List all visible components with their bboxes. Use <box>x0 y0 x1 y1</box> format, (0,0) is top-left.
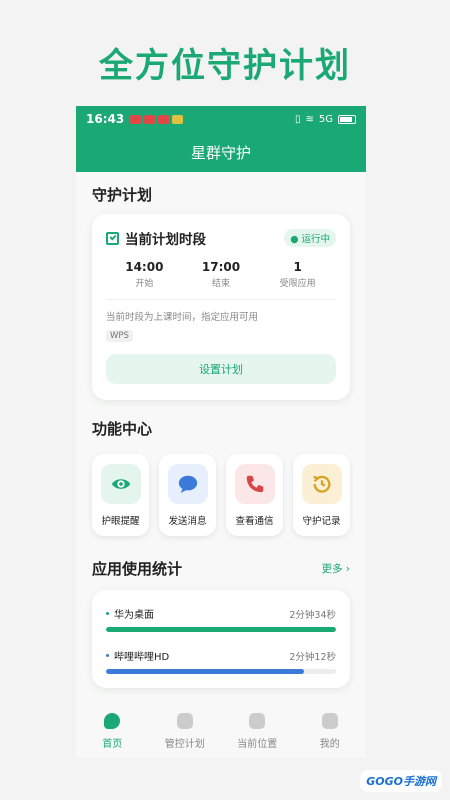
function-label: 查看通信 <box>235 516 274 527</box>
notification-icon <box>158 114 170 124</box>
calendar-check-icon <box>106 231 119 245</box>
usage-time: 2分钟12秒 <box>289 651 336 663</box>
icon-tile <box>301 464 342 504</box>
start-stat: 14:00 开始 <box>106 260 183 289</box>
set-plan-button[interactable]: 设置计划 <box>106 354 336 384</box>
watermark-logo: GOGO手游网 <box>360 770 442 792</box>
view-calls-button[interactable]: 查看通信 <box>226 454 283 536</box>
profile-icon <box>321 712 338 729</box>
tab-label: 首页 <box>102 738 123 750</box>
function-label: 发送消息 <box>168 516 207 527</box>
app-name: 华为桌面 <box>114 610 154 621</box>
home-icon <box>104 712 121 729</box>
usage-row: 哔哩哔哩HD 2分钟12秒 <box>106 648 336 674</box>
usage-bar-fill <box>106 669 304 674</box>
phone-icon <box>246 475 263 493</box>
more-link[interactable]: 更多 › <box>321 561 366 576</box>
app-bar: 星群守护 <box>76 132 366 172</box>
tab-control-plan[interactable]: 管控计划 <box>149 704 222 758</box>
restricted-apps-stat: 1 受限应用 <box>259 260 336 289</box>
stat-value: 17:00 <box>201 260 241 274</box>
usage-time: 2分钟34秒 <box>289 609 336 621</box>
tab-profile[interactable]: 我的 <box>294 704 367 758</box>
app-title: 星群守护 <box>190 143 251 162</box>
message-icon <box>178 475 197 494</box>
phone-screen: 16:43 ▯ ≋ 5G 星群守护 守护计划 当前计划时段 ● 运行中 14:0… <box>76 106 366 758</box>
bullet-icon <box>106 612 109 615</box>
function-label: 守护记录 <box>302 516 341 527</box>
status-time: 16:43 <box>86 112 125 126</box>
end-stat: 17:00 结束 <box>183 260 260 289</box>
usage-section-header: 应用使用统计 更多 › <box>76 558 366 579</box>
tab-location[interactable]: 当前位置 <box>221 704 294 758</box>
bullet-icon <box>106 654 109 657</box>
function-label: 护眼提醒 <box>101 516 140 527</box>
usage-bar <box>106 669 336 674</box>
vibrate-icon: ▯ <box>294 113 301 125</box>
usage-card: 华为桌面 2分钟34秒 哔哩哔哩HD 2分钟12秒 <box>92 590 350 688</box>
stat-value: 1 <box>293 260 302 274</box>
eye-icon <box>111 479 130 489</box>
notification-icon <box>144 114 156 124</box>
stat-label: 开始 <box>135 279 154 289</box>
usage-row: 华为桌面 2分钟34秒 <box>106 606 336 632</box>
notification-icon <box>130 114 142 124</box>
tab-label: 管控计划 <box>164 738 205 750</box>
network-label: 5G <box>318 113 333 125</box>
location-icon <box>249 712 266 729</box>
guard-records-button[interactable]: 守护记录 <box>293 454 350 536</box>
stat-label: 受限应用 <box>279 279 316 289</box>
icon-tile <box>167 464 208 504</box>
banner-title: 全方位守护计划 <box>99 46 351 86</box>
bottom-tab-bar: 首页 管控计划 当前位置 我的 <box>76 704 366 758</box>
history-icon <box>312 475 330 493</box>
status-right: ▯ ≋ 5G <box>295 114 356 125</box>
function-grid: 护眼提醒 发送消息 查看通信 守护记录 <box>92 454 350 536</box>
plan-description: 当前时段为上课时间，指定应用可用 <box>106 312 259 323</box>
icon-tile <box>234 464 275 504</box>
usage-row-header: 华为桌面 2分钟34秒 <box>106 606 336 621</box>
tab-home[interactable]: 首页 <box>76 704 149 758</box>
stat-value: 14:00 <box>125 260 164 274</box>
function-section-title: 功能中心 <box>92 420 153 438</box>
stat-label: 结束 <box>212 279 231 289</box>
app-tag: WPS <box>106 330 133 342</box>
usage-section-title: 应用使用统计 <box>92 560 183 578</box>
plan-section-title: 守护计划 <box>92 186 153 204</box>
plan-icon <box>176 712 193 729</box>
notification-icon <box>172 114 184 124</box>
usage-bar-fill <box>106 627 336 632</box>
plan-stats: 14:00 开始 17:00 结束 1 受限应用 <box>92 248 350 289</box>
tab-label: 当前位置 <box>237 738 278 750</box>
send-message-button[interactable]: 发送消息 <box>159 454 216 536</box>
usage-bar <box>106 627 336 632</box>
eye-reminder-button[interactable]: 护眼提醒 <box>92 454 149 536</box>
plan-card-header: 当前计划时段 ● 运行中 <box>92 214 350 248</box>
usage-row-header: 哔哩哔哩HD 2分钟12秒 <box>106 648 336 663</box>
status-bar: 16:43 ▯ ≋ 5G <box>76 106 366 132</box>
tab-label: 我的 <box>319 738 340 750</box>
plan-card-title: 当前计划时段 <box>125 232 206 248</box>
status-badge: ● 运行中 <box>284 229 336 247</box>
wifi-icon: ≋ <box>305 113 314 125</box>
icon-tile <box>100 464 141 504</box>
battery-icon <box>338 114 356 124</box>
plan-card: 当前计划时段 ● 运行中 14:00 开始 17:00 结束 1 受限应用 当前… <box>92 214 350 400</box>
app-name: 哔哩哔哩HD <box>114 652 170 663</box>
